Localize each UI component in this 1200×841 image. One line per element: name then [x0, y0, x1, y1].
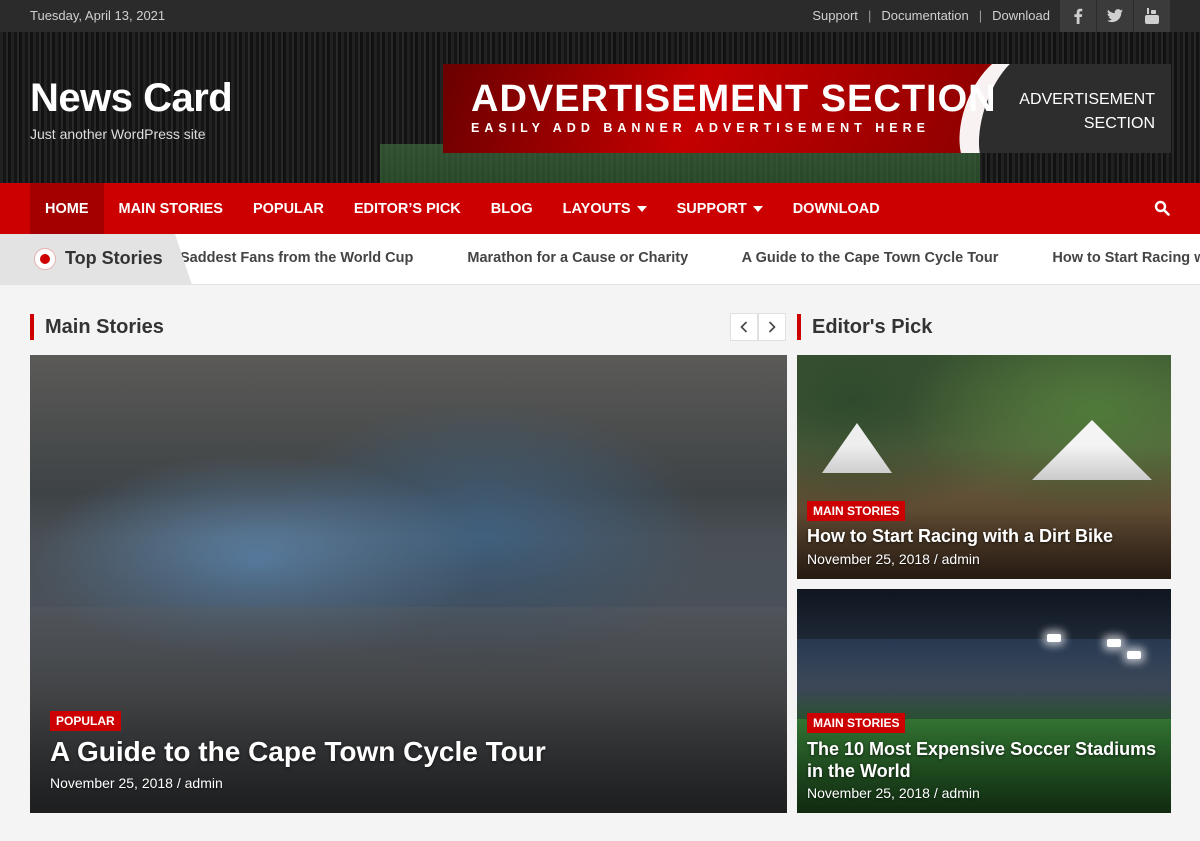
- prev-arrow-button[interactable]: [730, 313, 758, 341]
- nav-item-label: BLOG: [490, 200, 533, 217]
- chevron-down-icon: [752, 205, 763, 212]
- ad-side-line-2: SECTION: [1083, 115, 1155, 132]
- nav-item-home[interactable]: HOME: [30, 183, 104, 234]
- top-links: Support | Documentation | Download: [812, 8, 1050, 23]
- top-bar: Tuesday, April 13, 2021 Support | Docume…: [0, 0, 1200, 32]
- category-badge[interactable]: POPULAR: [50, 711, 121, 731]
- floodlight: [1107, 639, 1121, 647]
- ticker-item[interactable]: Marathon for a Cause or Charity: [467, 250, 688, 266]
- search-icon[interactable]: [1154, 200, 1170, 216]
- nav-item-layouts[interactable]: LAYOUTS: [548, 183, 662, 234]
- live-dot-icon: [34, 248, 56, 270]
- story-meta: November 25, 2018 / admin: [50, 775, 223, 791]
- main-stories-heading: Main Stories: [30, 314, 164, 340]
- category-badge[interactable]: MAIN STORIES: [807, 501, 906, 521]
- chevron-down-icon: [636, 205, 647, 212]
- youtube-icon[interactable]: [1133, 0, 1170, 32]
- editors-pick-card[interactable]: MAIN STORIES How to Start Racing with a …: [797, 355, 1171, 579]
- nav-item-main-stories[interactable]: MAIN STORIES: [104, 183, 238, 234]
- ticker-item[interactable]: Saddest Fans from the World Cup: [180, 250, 413, 266]
- ad-subline: EASILY ADD BANNER ADVERTISEMENT HERE: [471, 121, 930, 135]
- download-link[interactable]: Download: [992, 8, 1050, 23]
- story-title[interactable]: The 10 Most Expensive Soccer Stadiums in…: [807, 738, 1167, 782]
- nav-item-download[interactable]: DOWNLOAD: [778, 183, 895, 234]
- next-arrow-button[interactable]: [758, 313, 786, 341]
- ad-side-label: ADVERTISEMENT SECTION: [1005, 88, 1155, 136]
- nav-item-label: LAYOUTS: [562, 200, 631, 217]
- site-tagline: Just another WordPress site: [30, 126, 206, 142]
- story-image: [797, 589, 1171, 639]
- category-badge[interactable]: MAIN STORIES: [807, 713, 906, 733]
- divider: |: [867, 8, 872, 23]
- advertisement-banner[interactable]: ADVERTISEMENT SECTION EASILY ADD BANNER …: [443, 64, 1171, 153]
- top-stories-ticker: Saddest Fans from the World Cup Marathon…: [0, 234, 1200, 285]
- ticker-item[interactable]: How to Start Racing with a Dirt Bike: [1052, 250, 1200, 266]
- ticker-item[interactable]: A Guide to the Cape Town Cycle Tour: [742, 250, 999, 266]
- floodlight: [1127, 651, 1141, 659]
- current-date: Tuesday, April 13, 2021: [30, 8, 166, 23]
- social-links: [1059, 0, 1170, 32]
- nav-item-label: HOME: [45, 200, 89, 217]
- ad-headline: ADVERTISEMENT SECTION: [471, 78, 997, 120]
- ticker-items: Saddest Fans from the World Cup Marathon…: [180, 250, 1200, 266]
- site-header: News Card Just another WordPress site AD…: [0, 32, 1200, 183]
- documentation-link[interactable]: Documentation: [881, 8, 968, 23]
- facebook-icon[interactable]: [1059, 0, 1096, 32]
- nav-item-label: EDITOR’S PICK: [353, 200, 461, 217]
- nav-item-label: SUPPORT: [676, 200, 747, 217]
- image-gradient: [30, 538, 787, 813]
- site-title[interactable]: News Card: [30, 76, 233, 121]
- nav-item-editors-pick[interactable]: EDITOR’S PICK: [339, 183, 476, 234]
- ad-side-line-1: ADVERTISEMENT: [1019, 91, 1155, 108]
- nav-item-blog[interactable]: BLOG: [476, 183, 548, 234]
- featured-story-card[interactable]: POPULAR A Guide to the Cape Town Cycle T…: [30, 355, 787, 813]
- nav-item-support[interactable]: SUPPORT: [662, 183, 778, 234]
- editors-pick-heading: Editor's Pick: [797, 314, 932, 340]
- support-link[interactable]: Support: [812, 8, 858, 23]
- story-title[interactable]: A Guide to the Cape Town Cycle Tour: [50, 736, 546, 768]
- nav-item-label: POPULAR: [252, 200, 324, 217]
- slider-arrows: [730, 313, 786, 341]
- ticker-label: Top Stories: [65, 248, 163, 268]
- story-meta: November 25, 2018 / admin: [807, 785, 980, 801]
- nav-item-label: MAIN STORIES: [118, 200, 223, 217]
- editors-pick-card[interactable]: MAIN STORIES The 10 Most Expensive Socce…: [797, 589, 1171, 813]
- main-navigation: HOME MAIN STORIES POPULAR EDITOR’S PICK …: [0, 183, 1200, 234]
- nav-menu: HOME MAIN STORIES POPULAR EDITOR’S PICK …: [30, 183, 895, 234]
- story-title[interactable]: How to Start Racing with a Dirt Bike: [807, 526, 1162, 547]
- nav-item-popular[interactable]: POPULAR: [238, 183, 339, 234]
- ticker-label-box: Top Stories: [0, 234, 192, 284]
- divider: |: [978, 8, 983, 23]
- twitter-icon[interactable]: [1096, 0, 1133, 32]
- story-meta: November 25, 2018 / admin: [807, 551, 980, 567]
- floodlight: [1047, 634, 1061, 642]
- nav-item-label: DOWNLOAD: [792, 200, 880, 217]
